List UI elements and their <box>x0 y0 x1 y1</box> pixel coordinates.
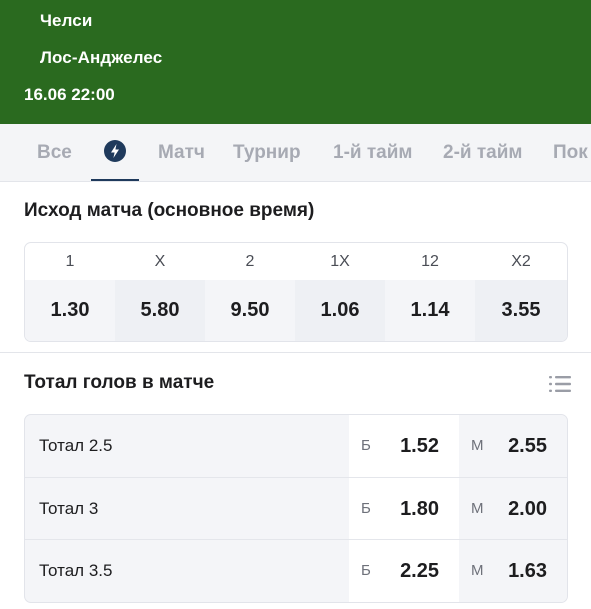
under-letter: М <box>471 437 484 454</box>
over-letter: Б <box>361 500 371 517</box>
totals-odds-table: Тотал 2.5 Б 1.52 М 2.55 Тотал 3 Б 1.80 М… <box>24 414 568 603</box>
under-odds-value: 2.55 <box>508 435 547 457</box>
outcome-cell-1[interactable]: 1 1.30 <box>25 243 115 341</box>
over-odds-value: 2.25 <box>400 560 439 582</box>
outcome-odds[interactable]: 9.50 <box>205 280 295 341</box>
outcome-label: X <box>154 253 166 270</box>
over-odds-button[interactable]: Б 1.52 <box>349 415 459 477</box>
outcome-cell-2[interactable]: 2 9.50 <box>205 243 295 341</box>
under-odds-button[interactable]: М 1.63 <box>459 540 567 602</box>
outcome-odds[interactable]: 5.80 <box>115 280 205 341</box>
outcome-odds[interactable]: 1.06 <box>295 280 385 341</box>
section-divider <box>0 352 591 353</box>
total-line-label: Тотал 2.5 <box>39 436 113 455</box>
under-odds-button[interactable]: М 2.55 <box>459 415 567 477</box>
under-letter: М <box>471 562 484 579</box>
outcome-cell-x2[interactable]: X2 3.55 <box>475 243 567 341</box>
outcome-label: 12 <box>421 253 439 270</box>
outcome-cell-12[interactable]: 12 1.14 <box>385 243 475 341</box>
outcome-odds[interactable]: 1.30 <box>25 280 115 341</box>
under-letter: М <box>471 500 484 517</box>
outcome-odds[interactable]: 3.55 <box>475 280 567 341</box>
total-row: Тотал 2.5 Б 1.52 М 2.55 <box>25 415 567 477</box>
total-line-label: Тотал 3 <box>39 499 99 518</box>
outcome-label: 1X <box>330 253 350 270</box>
outcome-odds[interactable]: 1.14 <box>385 280 475 341</box>
over-letter: Б <box>361 437 371 454</box>
tab-tournament[interactable]: Турнир <box>233 124 301 181</box>
total-line-label: Тотал 3.5 <box>39 561 113 580</box>
totals-section-title: Тотал голов в матче <box>24 372 215 393</box>
outcome-cell-1x[interactable]: 1X 1.06 <box>295 243 385 341</box>
over-odds-value: 1.80 <box>400 498 439 520</box>
tab-second-half[interactable]: 2-й тайм <box>443 124 522 181</box>
match-datetime: 16.06 22:00 <box>24 85 115 104</box>
under-odds-value: 1.63 <box>508 560 547 582</box>
lightning-icon <box>104 139 126 162</box>
outcome-odds-table: 1 1.30 X 5.80 2 9.50 1X 1.06 12 1.14 X2 … <box>24 242 568 342</box>
over-odds-button[interactable]: Б 1.80 <box>349 478 459 540</box>
under-odds-value: 2.00 <box>508 498 547 520</box>
over-odds-value: 1.52 <box>400 435 439 457</box>
match-header: Челси Лос-Анджелес 16.06 22:00 <box>0 0 591 124</box>
team-home-name: Челси <box>40 11 93 30</box>
under-odds-button[interactable]: М 2.00 <box>459 478 567 540</box>
tab-more[interactable]: Пок <box>553 124 588 181</box>
tab-match[interactable]: Матч <box>158 124 205 181</box>
outcome-label: 1 <box>65 253 75 270</box>
outcome-cell-x[interactable]: X 5.80 <box>115 243 205 341</box>
tab-first-half[interactable]: 1-й тайм <box>333 124 412 181</box>
market-tabs: Все Матч Турнир 1-й тайм 2-й тайм Пок <box>0 124 591 182</box>
tab-all[interactable]: Все <box>37 124 72 181</box>
total-row: Тотал 3 Б 1.80 М 2.00 <box>25 477 567 540</box>
outcome-label: 2 <box>245 253 255 270</box>
outcome-label: X2 <box>511 253 531 270</box>
over-odds-button[interactable]: Б 2.25 <box>349 540 459 602</box>
over-letter: Б <box>361 562 371 579</box>
total-row: Тотал 3.5 Б 2.25 М 1.63 <box>25 539 567 602</box>
team-away-name: Лос-Анджелес <box>40 48 163 67</box>
tab-popular[interactable] <box>91 124 139 181</box>
list-view-icon[interactable] <box>549 375 571 393</box>
outcome-section-title: Исход матча (основное время) <box>24 200 315 221</box>
